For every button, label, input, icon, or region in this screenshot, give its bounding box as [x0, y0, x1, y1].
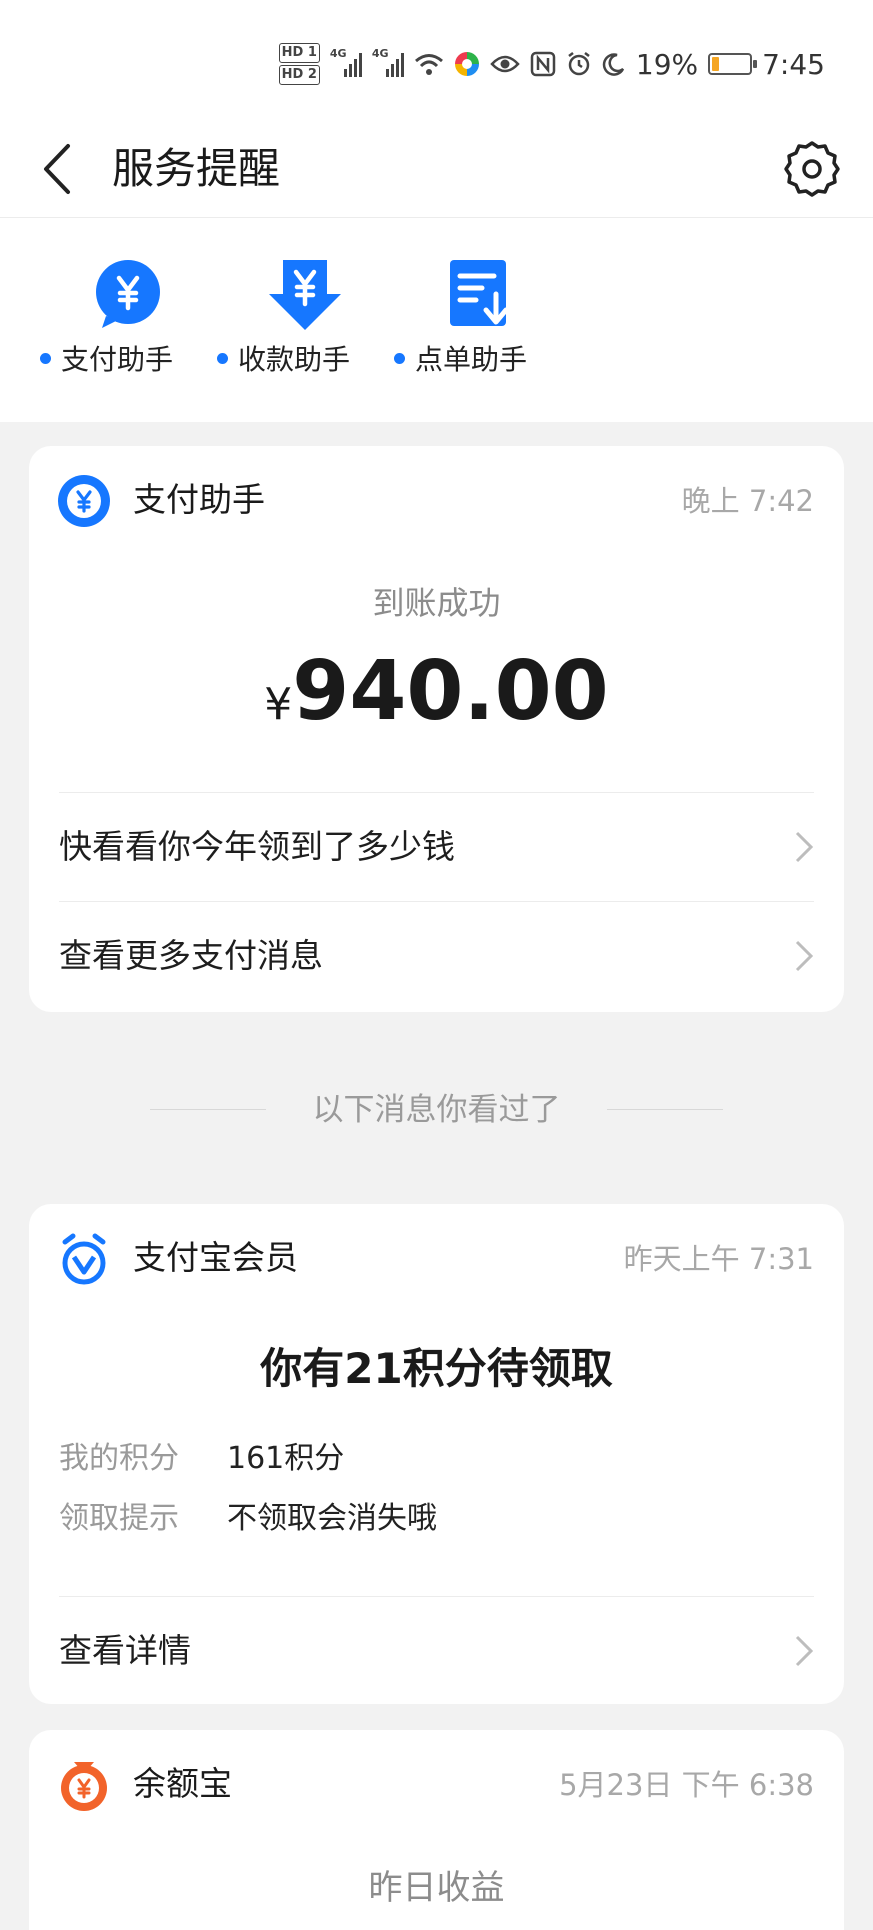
page-title: 服务提醒: [112, 144, 281, 193]
yuan-download-icon: [269, 260, 341, 330]
card-time: 昨天上午 7:31: [623, 1242, 814, 1276]
card-title: 支付宝会员: [133, 1238, 298, 1277]
chevron-left-icon[interactable]: [38, 140, 78, 198]
chevron-right-icon: [795, 1635, 814, 1667]
assistant-label: 点单助手: [415, 343, 528, 376]
row-key: 我的积分: [59, 1441, 179, 1476]
battery-icon: [708, 53, 758, 75]
link-label: 查看详情: [59, 1631, 191, 1670]
row-value: 不领取会消失哦: [227, 1501, 437, 1536]
link-label: 查看更多支付消息: [59, 936, 323, 975]
divider-line: [607, 1109, 723, 1110]
member-tip-row: 领取提示 不领取会消失哦: [59, 1496, 437, 1542]
card-header: 余额宝 5月23日 下午 6:38: [29, 1730, 844, 1840]
card-time: 5月23日 下午 6:38: [559, 1768, 814, 1802]
link-label: 快看看你今年领到了多少钱: [59, 827, 455, 866]
card-title: 支付助手: [133, 480, 265, 519]
member-points-row: 我的积分 161积分: [59, 1436, 344, 1482]
battery-percent: 19%: [635, 47, 699, 81]
status-bar: HD 1 HD 2 4G 4G 19% 7:45: [0, 0, 873, 120]
seen-divider-text: 以下消息你看过了: [312, 1092, 561, 1128]
hd2-label: HD 2: [278, 65, 320, 85]
card-header: 支付宝会员 昨天上午 7:31: [29, 1204, 844, 1314]
color-wheel-icon: [454, 52, 479, 76]
member-crown-icon: [62, 1233, 106, 1285]
payment-amount: ¥940.00: [29, 642, 844, 742]
card-header: 支付助手 晚上 7:42: [29, 446, 844, 556]
payment-status: 到账成功: [372, 584, 501, 622]
assistant-payment[interactable]: 支付助手: [40, 248, 190, 388]
nfc-icon: [530, 51, 556, 77]
amount-value: 940.00: [292, 644, 609, 739]
assistant-label: 支付助手: [61, 343, 174, 376]
order-list-icon: [450, 260, 509, 326]
money-bag-icon: [61, 1762, 107, 1811]
chevron-right-icon: [795, 940, 814, 972]
link-view-details[interactable]: 查看详情: [29, 1597, 844, 1704]
signal-2-icon: 4G: [372, 47, 404, 77]
chevron-right-icon: [795, 831, 814, 863]
link-yearly-earnings[interactable]: 快看看你今年领到了多少钱: [29, 793, 844, 901]
assistant-order[interactable]: 点单助手: [394, 248, 544, 388]
member-headline: 你有21积分待领取: [260, 1344, 613, 1393]
hd-indicator: HD 1 HD 2: [278, 42, 320, 86]
unread-dot: [394, 352, 405, 364]
unread-dot: [40, 352, 51, 364]
row-key: 领取提示: [59, 1501, 179, 1536]
payment-card: 支付助手 晚上 7:42 到账成功 ¥940.00 快看看你今年领到了多少钱 查…: [29, 446, 844, 1012]
network-type-2: 4G: [371, 47, 389, 60]
hd1-label: HD 1: [278, 43, 320, 63]
card-title: 余额宝: [133, 1764, 232, 1803]
yuebao-card: 余额宝 5月23日 下午 6:38 昨日收益: [29, 1730, 844, 1930]
assistant-collection[interactable]: 收款助手: [217, 248, 367, 388]
yuan-bubble-icon: [58, 475, 110, 527]
wifi-icon: [414, 54, 443, 75]
header: 服务提醒: [0, 120, 873, 218]
signal-1-icon: 4G: [330, 47, 362, 77]
gear-icon[interactable]: [781, 138, 843, 200]
link-more-payment-messages[interactable]: 查看更多支付消息: [29, 902, 844, 1010]
eye-icon: [490, 55, 520, 73]
yuan-bubble-icon: [96, 260, 160, 328]
currency-symbol: ¥: [264, 679, 293, 730]
member-card: 支付宝会员 昨天上午 7:31 你有21积分待领取 我的积分 161积分 领取提示…: [29, 1204, 844, 1704]
moon-icon: [602, 53, 624, 76]
yuebao-subtitle: 昨日收益: [368, 1868, 505, 1908]
row-value: 161积分: [227, 1441, 345, 1476]
assistant-label: 收款助手: [238, 343, 351, 376]
unread-dot: [217, 352, 228, 364]
card-time: 晚上 7:42: [681, 484, 814, 518]
network-type-1: 4G: [329, 47, 347, 60]
alarm-icon: [568, 52, 590, 76]
clock-time: 7:45: [762, 47, 825, 81]
assistant-shortcuts: 支付助手 收款助手 点单助手: [0, 248, 873, 388]
seen-divider: 以下消息你看过了: [0, 1080, 873, 1140]
